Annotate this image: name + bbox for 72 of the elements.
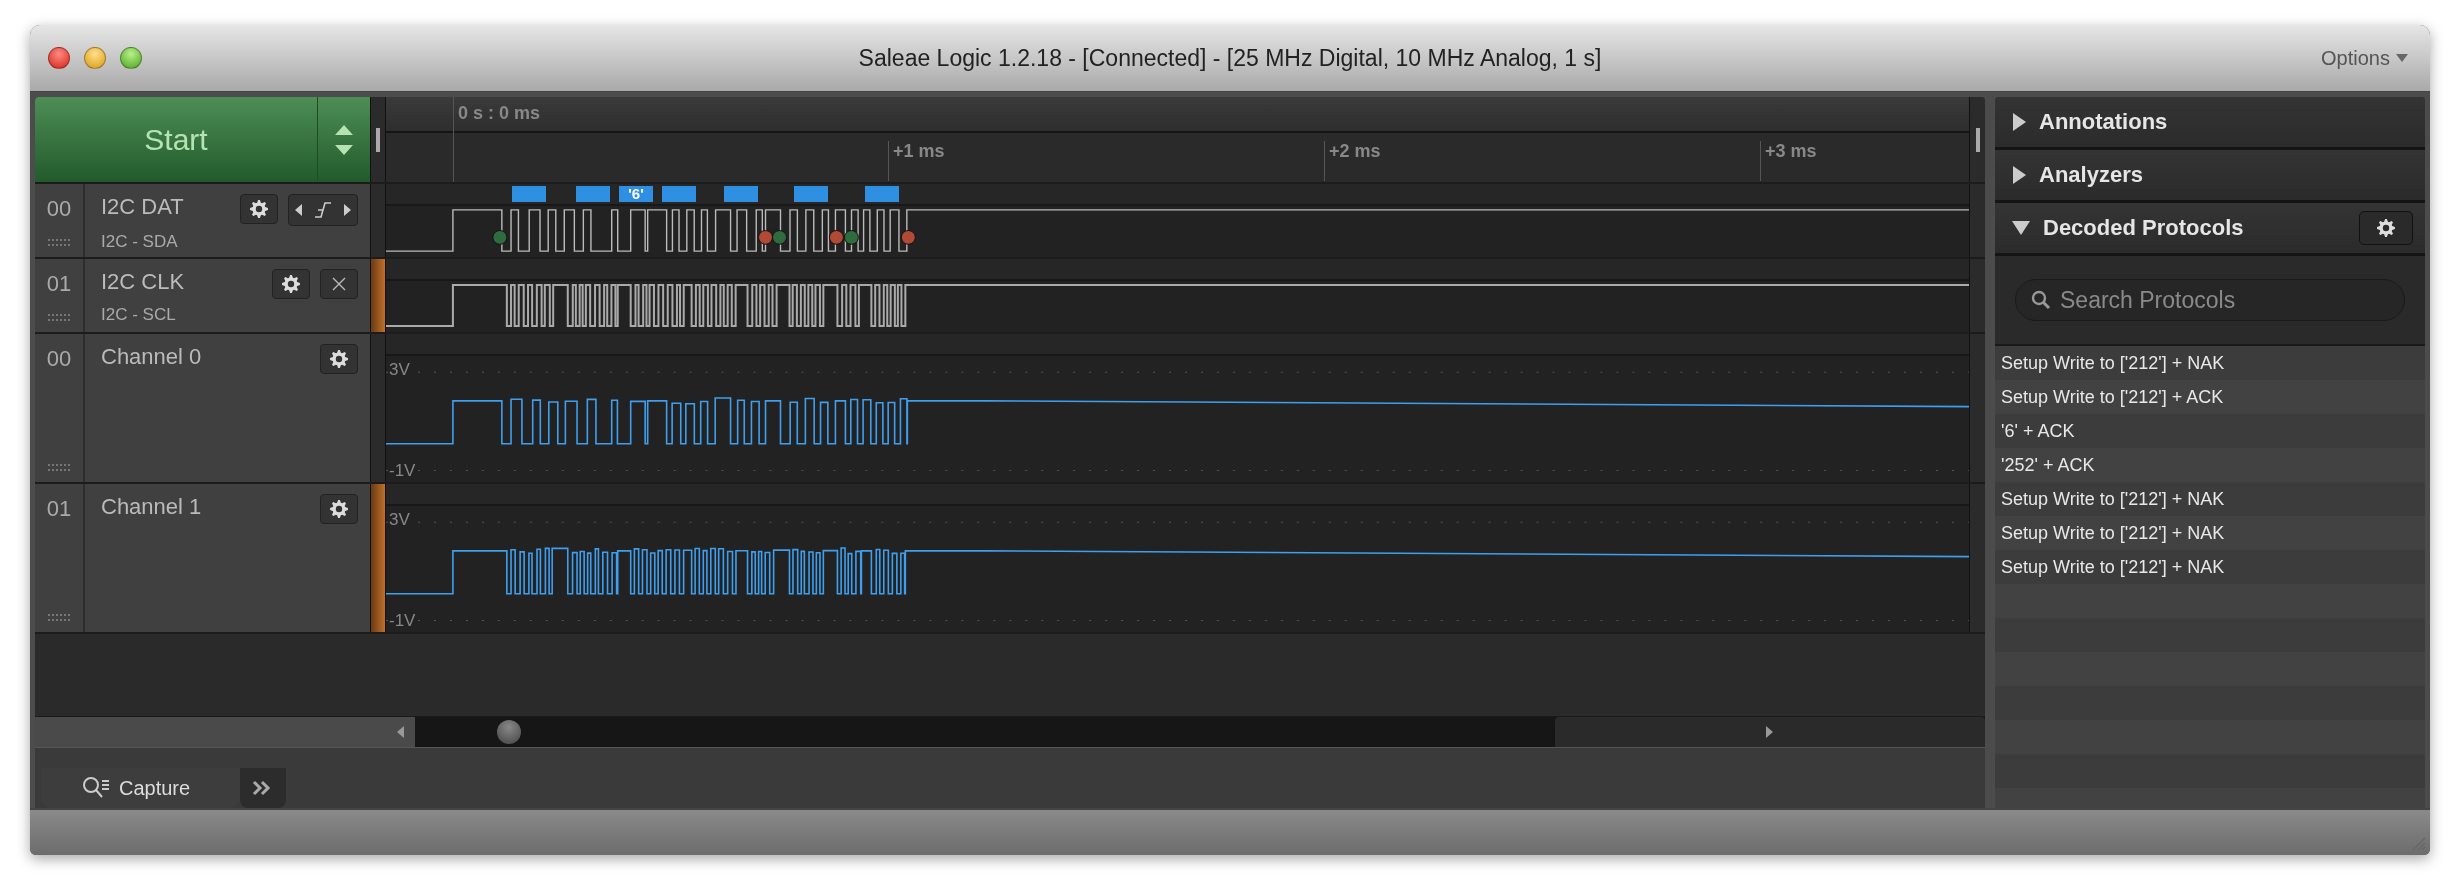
settings-icon [281, 274, 301, 294]
channel-label-panel[interactable]: 00 I2C DAT I2C - SDA [35, 184, 370, 257]
stop-marker [828, 230, 844, 245]
channel-name: Channel 1 [101, 494, 202, 520]
start-button[interactable]: Start [35, 97, 318, 182]
settings-icon [329, 499, 349, 519]
section-header[interactable]: Decoded Protocols [1995, 203, 2425, 256]
left-arrow-icon [395, 725, 405, 739]
expanded-triangle-icon [2011, 219, 2031, 237]
search-icon [2031, 290, 2051, 310]
decoded-protocol-row[interactable]: Setup Write to ['212'] + ACK [1995, 380, 2425, 414]
horizontal-scrollbar[interactable] [385, 717, 1985, 747]
channel-label-panel[interactable]: 00 Channel 0 [35, 334, 370, 482]
time-tick-label: +1 ms [888, 141, 945, 181]
stop-marker [758, 230, 773, 245]
splitter-handle[interactable] [1975, 127, 1980, 152]
stop-marker [900, 230, 916, 245]
right-arrow-icon [1765, 725, 1775, 739]
caret-icon [2396, 54, 2408, 62]
time-tick-label: +3 ms [1760, 141, 1817, 181]
collapsed-triangle-icon [2011, 165, 2027, 185]
time-tick-label: +2 ms [1324, 141, 1381, 181]
decoded-protocol-row[interactable]: '252' + ACK [1995, 448, 2425, 482]
channel-number: 01 [46, 496, 72, 522]
channel-number: 01 [46, 271, 72, 297]
search-field[interactable]: Search Protocols [2015, 279, 2405, 321]
collapsed-triangle-icon [2011, 112, 2027, 132]
decoded-protocol-row[interactable]: Setup Write to ['212'] + NAK [1995, 550, 2425, 584]
capture-options-button[interactable] [318, 97, 370, 182]
drag-grip-icon[interactable] [48, 464, 70, 474]
section-header[interactable]: Analyzers [1995, 150, 2425, 203]
channel-number: 00 [46, 346, 72, 372]
start-marker [492, 230, 508, 245]
decoded-protocol-row[interactable]: '6' + ACK [1995, 414, 2425, 448]
channel-label-panel[interactable]: 01 I2C CLK I2C - SCL [35, 259, 370, 332]
drag-grip-icon[interactable] [48, 614, 70, 624]
channel-label-panel[interactable]: 01 Channel 1 [35, 484, 370, 632]
window-title: Saleae Logic 1.2.18 - [Connected] - [25 MHz Digital, 10 MHz Analog, 1 s] [858, 44, 1602, 72]
decoded-protocol-row[interactable]: Setup Write to ['212'] + NAK [1995, 346, 2425, 380]
close-icon [330, 275, 348, 293]
zoom-button[interactable] [120, 47, 142, 69]
time-origin-label: 0 s : 0 ms [458, 103, 541, 124]
drag-grip-icon[interactable] [48, 314, 70, 324]
settings-button[interactable] [272, 269, 310, 299]
scroll-left-button[interactable] [385, 717, 415, 747]
settings-button[interactable] [240, 194, 278, 224]
settings-button[interactable] [2359, 211, 2413, 245]
channel-name: Channel 0 [101, 344, 202, 370]
channel-name: I2C CLK [101, 269, 185, 295]
edge-navigation[interactable] [288, 194, 358, 226]
settings-icon [329, 349, 349, 369]
decoded-protocol-row[interactable]: Setup Write to ['212'] + NAK [1995, 516, 2425, 550]
start-marker [843, 230, 859, 245]
close-channel-button[interactable] [320, 269, 358, 299]
more-tabs-button[interactable] [240, 768, 287, 808]
splitter-handle[interactable] [376, 127, 380, 152]
minimize-button[interactable] [84, 47, 106, 69]
protocol-label: I2C - SDA [101, 232, 179, 252]
channel-name: I2C DAT [101, 194, 184, 220]
settings-icon [249, 199, 269, 219]
options-menu[interactable]: Options [2315, 45, 2414, 71]
section-header[interactable]: Annotations [1995, 97, 2425, 150]
decoded-protocol-row[interactable]: Setup Write to ['212'] + NAK [1995, 482, 2425, 516]
protocol-label: I2C - SCL [101, 305, 177, 325]
drag-grip-icon[interactable] [48, 239, 70, 249]
settings-button[interactable] [320, 494, 358, 524]
settings-icon [2376, 218, 2396, 238]
settings-button[interactable] [320, 344, 358, 374]
start-marker [772, 230, 787, 245]
close-button[interactable] [48, 47, 70, 69]
channel-number: 00 [46, 196, 72, 222]
scroll-thumb[interactable] [497, 720, 521, 744]
